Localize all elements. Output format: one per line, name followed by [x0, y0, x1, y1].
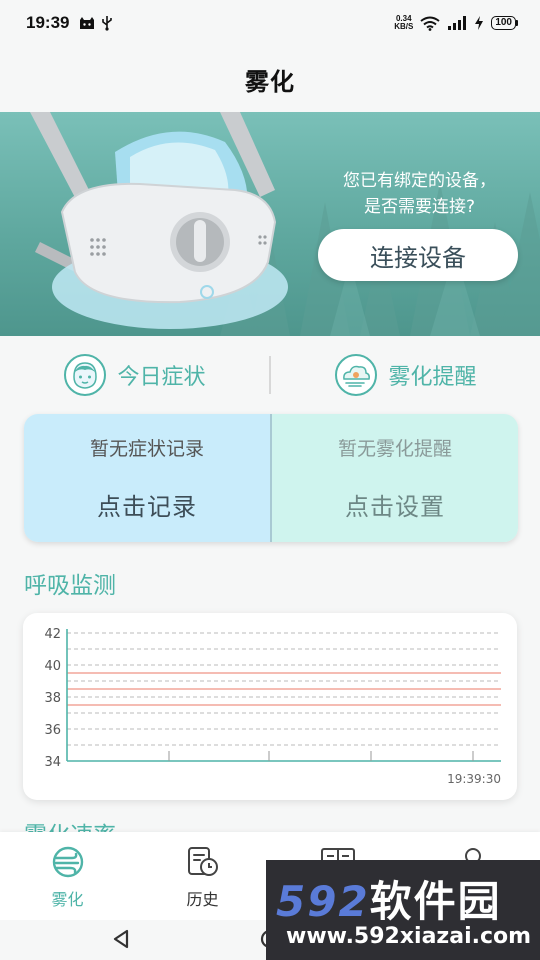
- x-tick-label: 19:39:30: [447, 772, 501, 786]
- symptom-status: 暂无症状记录: [89, 438, 204, 460]
- reminder-card[interactable]: 暂无雾化提醒 点击设置: [272, 414, 518, 542]
- reminder-status: 暂无雾化提醒: [337, 438, 452, 460]
- quick-actions: 今日症状 雾化提醒: [0, 350, 540, 400]
- cat-notification-icon: [80, 16, 95, 29]
- nebulize-reminder-button[interactable]: 雾化提醒: [271, 353, 540, 397]
- y-tick-label: 36: [44, 723, 61, 738]
- y-tick-label: 38: [44, 691, 61, 706]
- connect-device-button[interactable]: 连接设备: [318, 229, 518, 281]
- charging-icon: [475, 16, 484, 30]
- back-icon[interactable]: [110, 928, 132, 950]
- y-tick-label: 34: [44, 755, 61, 770]
- tab-history[interactable]: 历史: [135, 832, 270, 920]
- today-symptom-button[interactable]: 今日症状: [0, 353, 269, 397]
- status-bar: 19:39 0.34 KB/S 100: [0, 0, 540, 46]
- net-speed: 0.34 KB/S: [394, 14, 414, 31]
- usb-icon: [102, 16, 113, 31]
- cloud-icon: [335, 354, 378, 396]
- set-action: 点击设置: [345, 493, 445, 521]
- title-bar: 雾化: [0, 46, 540, 112]
- nebulizer-icon: [52, 846, 83, 878]
- y-tick-label: 42: [44, 627, 61, 642]
- mask-device-image: [30, 112, 288, 329]
- signal-icon: [448, 16, 467, 30]
- tab-label: 历史: [186, 890, 219, 909]
- y-tick-label: 40: [44, 659, 61, 674]
- wifi-icon: [420, 16, 440, 31]
- breath-chart-card: 42 40 38 36 34 19:39:30: [23, 613, 517, 800]
- record-action: 点击记录: [97, 493, 197, 521]
- breath-section-title: 呼吸监测: [24, 573, 116, 599]
- tab-nebulize[interactable]: 雾化: [0, 832, 135, 920]
- history-icon: [187, 847, 218, 876]
- summary-cards: 暂无症状记录 点击记录 暂无雾化提醒 点击设置: [24, 414, 518, 542]
- watermark: 592软件园 www.592xiazai.com: [266, 860, 540, 960]
- tab-label: 雾化: [51, 890, 84, 909]
- page-title: 雾化: [245, 67, 295, 96]
- face-icon: [64, 354, 107, 396]
- watermark-url: www.592xiazai.com: [286, 924, 532, 949]
- banner-tip: 您已有绑定的设备， 是否需要连接?: [343, 171, 496, 217]
- today-symptom-label: 今日症状: [117, 365, 206, 390]
- status-time: 19:39: [26, 13, 70, 32]
- breath-chart: 42 40 38 36 34 19:39:30: [44, 627, 501, 786]
- battery-icon: 100: [491, 16, 518, 30]
- nebulize-reminder-label: 雾化提醒: [388, 365, 477, 390]
- symptom-card[interactable]: 暂无症状记录 点击记录: [24, 414, 272, 542]
- device-banner: 您已有绑定的设备， 是否需要连接?: [0, 112, 540, 336]
- watermark-logo: 592软件园: [276, 877, 502, 926]
